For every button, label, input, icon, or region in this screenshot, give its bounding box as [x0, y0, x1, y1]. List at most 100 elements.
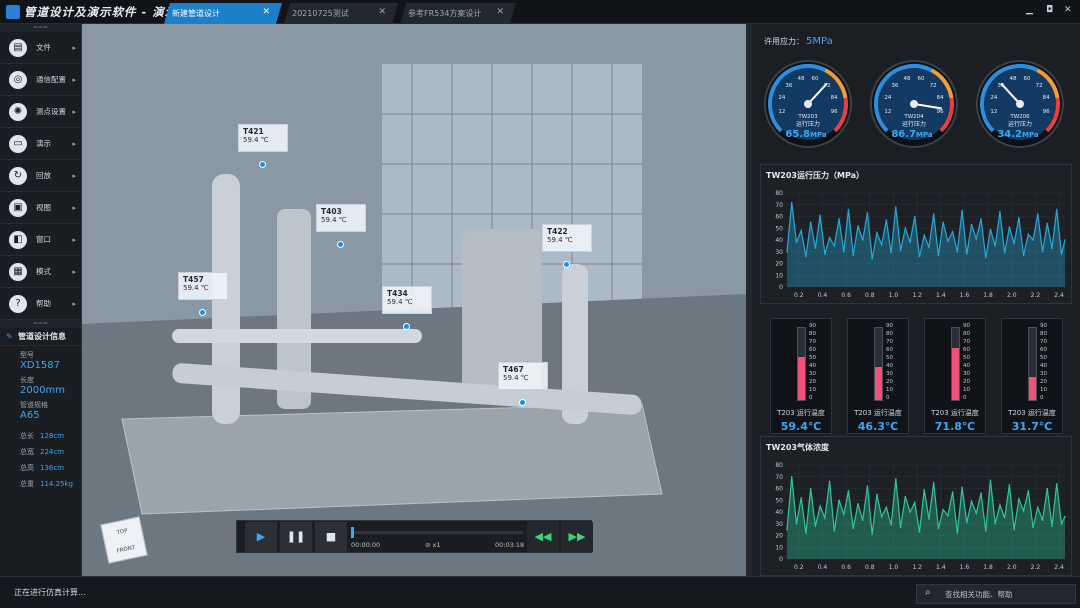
thermo-tick-label: 30	[809, 371, 816, 377]
sidebar-item-grid[interactable]: ▦ 模式 ▸	[0, 256, 81, 288]
gauge-tick-label: 96	[831, 109, 838, 115]
thermo-tick-label: 30	[1040, 371, 1047, 377]
data-point	[857, 225, 859, 227]
stop-button[interactable]: ■	[315, 522, 347, 552]
tab-close-icon[interactable]: ✕	[378, 7, 386, 17]
pressure-gauge: 12243648 60728496TW206运行压力34.2MPa	[976, 60, 1064, 148]
data-point	[984, 530, 987, 532]
progress-handle[interactable]	[351, 527, 354, 538]
help-icon: ?	[9, 295, 27, 313]
gauge-id: TW204	[903, 114, 924, 120]
tab-20210725[interactable]: 20210725测试 ✕	[284, 3, 398, 24]
file-icon: ▤	[9, 39, 27, 57]
data-point	[984, 256, 987, 259]
sidebar-grip[interactable]: ===	[0, 24, 81, 32]
sidebar-item-monitor[interactable]: ▭ 演示 ▸	[0, 128, 81, 160]
search-icon: ⌕	[925, 587, 931, 598]
speed-label[interactable]: ⊘ x1	[425, 541, 441, 549]
maximize-icon[interactable]: ◘	[1046, 5, 1053, 15]
progress-track[interactable]	[351, 527, 523, 538]
data-point	[790, 475, 793, 478]
x-tick-label: 2.2	[1031, 564, 1041, 571]
sidebar-item-file[interactable]: ▤ 文件 ▸	[0, 32, 81, 64]
data-point	[1051, 525, 1053, 527]
sidebar-item-gear[interactable]: ✺ 测点设置 ▸	[0, 96, 81, 128]
temperature-tag[interactable]: T457 59.4 ℃	[178, 272, 228, 300]
data-point	[956, 250, 959, 253]
temperature-tag[interactable]: T421 59.4 ℃	[238, 124, 288, 152]
tab-new-design[interactable]: 新建管道设计 ✕	[164, 3, 282, 24]
data-point	[895, 478, 897, 480]
x-tick-label: 2.2	[1031, 292, 1041, 299]
tag-name: T457	[183, 275, 204, 284]
data-point	[1064, 515, 1066, 518]
thermo-unit: ℃	[884, 420, 899, 433]
sidebar-item-window[interactable]: ◧ 窗口 ▸	[0, 224, 81, 256]
data-point	[895, 206, 897, 208]
search-input[interactable]: ⌕ 查找相关功能、帮助	[916, 584, 1076, 604]
minimize-icon[interactable]: ▁	[1026, 5, 1033, 15]
replay-icon: ↻	[9, 167, 27, 185]
info-grip[interactable]: ===	[0, 320, 81, 328]
thermo-tube	[797, 327, 806, 401]
tag-anchor-icon	[199, 309, 206, 316]
gear-icon: ✺	[9, 103, 27, 121]
x-tick-label: 2.4	[1054, 564, 1064, 571]
data-point	[1008, 484, 1011, 486]
temperature-tag[interactable]: T422 59.4 ℃	[542, 224, 592, 252]
gauge-tick-label: 84	[831, 95, 838, 101]
thermo-tick-label: 50	[886, 355, 893, 361]
fast-forward-button[interactable]: ▶▶	[561, 522, 593, 552]
x-tick-label: 0.8	[865, 564, 875, 571]
tab-close-icon[interactable]: ✕	[262, 7, 270, 17]
play-button[interactable]: ▶	[245, 522, 277, 552]
y-tick-label: 60	[775, 214, 783, 221]
close-icon[interactable]: ✕	[1064, 5, 1072, 15]
model-label: 型号	[20, 351, 34, 359]
chevron-right-icon: ▸	[72, 300, 76, 308]
gauge-value: 86.7MPa	[891, 129, 933, 140]
temperature-tag[interactable]: T467 59.4 ℃	[498, 362, 548, 390]
data-point	[956, 532, 959, 534]
tag-name: T422	[547, 227, 568, 236]
x-tick-label: 0.4	[818, 292, 828, 299]
3d-viewport[interactable]: T421 59.4 ℃ T403 59.4 ℃ T422 59.4 ℃ T457 59.4 ℃…	[82, 24, 746, 576]
x-tick-label: 0.2	[794, 292, 804, 299]
view-icon: ▣	[9, 199, 27, 217]
rewind-button[interactable]: ◀◀	[527, 522, 559, 552]
tab-close-icon[interactable]: ✕	[496, 7, 504, 17]
view-cube[interactable]: TOP FRONT	[100, 516, 148, 564]
data-point	[1060, 253, 1063, 255]
y-tick-label: 40	[775, 509, 783, 516]
tab-fr534[interactable]: 参考FR534方案设计 ✕	[400, 3, 516, 24]
pause-button[interactable]: ❚❚	[280, 522, 312, 552]
cube-front-label: FRONT	[116, 544, 136, 555]
tag-value: 59.4 ℃	[321, 216, 347, 224]
data-point	[824, 253, 826, 255]
cube-top-label: TOP	[116, 528, 129, 537]
data-point	[876, 232, 878, 234]
y-tick-label: 70	[775, 202, 783, 209]
dimension-value: 224cm	[40, 448, 65, 456]
data-point	[828, 480, 831, 483]
temperature-tag[interactable]: T434 59.4 ℃	[382, 286, 432, 314]
thermo-tick-label: 90	[809, 323, 816, 329]
data-point	[1008, 226, 1011, 228]
thermo-tick-label: 20	[963, 379, 970, 385]
thermo-tick-label: 80	[963, 331, 970, 337]
gauge-hub	[1016, 100, 1024, 108]
sidebar-item-signal[interactable]: ◎ 通信配置 ▸	[0, 64, 81, 96]
sidebar-item-help[interactable]: ? 帮助 ▸	[0, 288, 81, 320]
data-point	[909, 511, 911, 513]
temperature-tag[interactable]: T403 59.4 ℃	[316, 204, 366, 232]
gauge-tick-label: 60	[917, 76, 924, 82]
data-point	[1018, 498, 1020, 500]
data-point	[918, 531, 921, 533]
thermo-number: 31.7	[1011, 420, 1039, 433]
tag-anchor-icon	[563, 261, 570, 268]
sidebar-item-replay[interactable]: ↻ 回放 ▸	[0, 160, 81, 192]
search-placeholder: 查找相关功能、帮助	[945, 590, 1013, 599]
sidebar-item-view[interactable]: ▣ 视图 ▸	[0, 192, 81, 224]
tag-anchor-icon	[259, 161, 266, 168]
data-point	[880, 243, 883, 246]
